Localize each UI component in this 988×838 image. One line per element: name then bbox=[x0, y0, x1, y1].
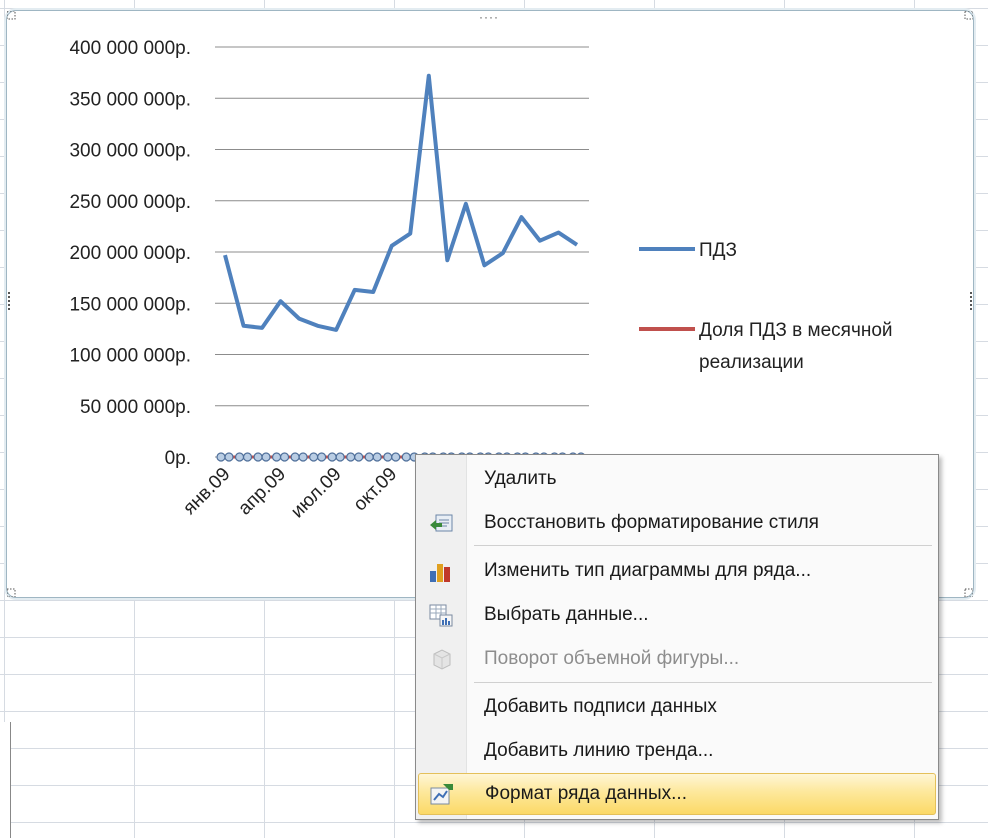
menu-item-label: Восстановить форматирование стиля bbox=[484, 512, 819, 533]
series-point-selection-marker bbox=[327, 452, 337, 462]
format-series-icon bbox=[430, 784, 453, 805]
series-point-selection-marker bbox=[242, 452, 253, 462]
series-point-selection-marker bbox=[234, 452, 245, 462]
y-tick-label: 350 000 000р. bbox=[69, 89, 191, 110]
series-point-selection-marker bbox=[279, 452, 290, 462]
menu-item-label: Изменить тип диаграммы для ряда... bbox=[484, 560, 812, 581]
menu-separator bbox=[474, 545, 932, 546]
series-point-selection-marker bbox=[309, 452, 319, 462]
menu-item-delete[interactable]: Удалить bbox=[418, 459, 934, 499]
y-tick-label: 300 000 000р. bbox=[69, 141, 191, 162]
series-point-selection-marker bbox=[335, 452, 345, 462]
resize-handle-corner bbox=[7, 11, 16, 20]
context-menu: Удалить Восстановить форматирование стил… bbox=[415, 454, 939, 820]
menu-separator bbox=[474, 682, 932, 683]
menu-item-add-data-labels[interactable]: Добавить подписи данных bbox=[418, 687, 934, 727]
3d-rotation-icon bbox=[433, 649, 451, 670]
series-point-selection-marker bbox=[290, 452, 300, 462]
x-tick-label: июл.09 bbox=[287, 464, 346, 523]
series-point-selection-marker bbox=[383, 452, 393, 462]
series-point-selection-marker bbox=[271, 452, 282, 462]
menu-item-label: Выбрать данные... bbox=[484, 604, 649, 625]
menu-item-label: Добавить линию тренда... bbox=[484, 740, 714, 761]
menu-item-format-data-series[interactable]: Формат ряда данных... bbox=[418, 773, 936, 815]
x-tick-label: окт.09 bbox=[350, 464, 402, 516]
series-point-selection-marker bbox=[364, 452, 374, 462]
series-point-selection-marker bbox=[224, 452, 234, 462]
series-point-selection-marker bbox=[346, 452, 356, 462]
legend-label-pdz: ПДЗ bbox=[699, 240, 737, 261]
menu-item-label: Формат ряда данных... bbox=[485, 783, 687, 804]
menu-item-add-trendline[interactable]: Добавить линию тренда... bbox=[418, 731, 934, 771]
series-point-selection-marker bbox=[253, 452, 263, 462]
reset-style-icon bbox=[430, 514, 453, 532]
series-point-selection-marker bbox=[317, 452, 327, 462]
series-point-selection-marker bbox=[354, 452, 364, 462]
chart-type-icon bbox=[430, 564, 450, 582]
select-data-icon bbox=[429, 604, 453, 627]
y-tick-label: 200 000 000р. bbox=[69, 243, 191, 264]
y-tick-label: 0р. bbox=[165, 448, 191, 469]
menu-item-label: Добавить подписи данных bbox=[484, 696, 717, 717]
y-tick-label: 150 000 000р. bbox=[69, 294, 191, 315]
y-tick-label: 50 000 000р. bbox=[80, 397, 191, 418]
y-tick-label: 400 000 000р. bbox=[69, 38, 191, 59]
menu-item-label: Поворот объемной фигуры... bbox=[484, 648, 740, 669]
legend-label-share: Доля ПДЗ в месячной bbox=[699, 320, 893, 341]
resize-handle-corner bbox=[964, 588, 973, 597]
cell-border bbox=[0, 722, 11, 838]
menu-item-change-chart-type[interactable]: Изменить тип диаграммы для ряда... bbox=[418, 551, 934, 591]
menu-item-label: Удалить bbox=[484, 468, 557, 489]
series-point-selection-marker bbox=[401, 452, 411, 462]
x-tick-label: янв.09 bbox=[179, 464, 234, 519]
series-line-pdz bbox=[223, 73, 579, 332]
y-tick-label: 250 000 000р. bbox=[69, 192, 191, 213]
series-point-selection-marker bbox=[261, 452, 271, 462]
menu-item-select-data[interactable]: Выбрать данные... bbox=[418, 595, 934, 635]
series-point-selection-marker bbox=[391, 452, 401, 462]
series-point-selection-marker bbox=[216, 452, 226, 462]
y-tick-label: 100 000 000р. bbox=[69, 346, 191, 367]
menu-item-reset-style[interactable]: Восстановить форматирование стиля bbox=[418, 503, 934, 543]
menu-item-3d-rotation[interactable]: Поворот объемной фигуры... bbox=[418, 639, 934, 679]
series-point-selection-marker bbox=[372, 452, 382, 462]
legend-label-share-line2: реализации bbox=[699, 352, 804, 373]
series-point-selection-marker bbox=[298, 452, 308, 462]
resize-handle-corner bbox=[964, 11, 973, 20]
x-tick-label: апр.09 bbox=[234, 464, 290, 520]
resize-handle-corner bbox=[7, 588, 16, 597]
